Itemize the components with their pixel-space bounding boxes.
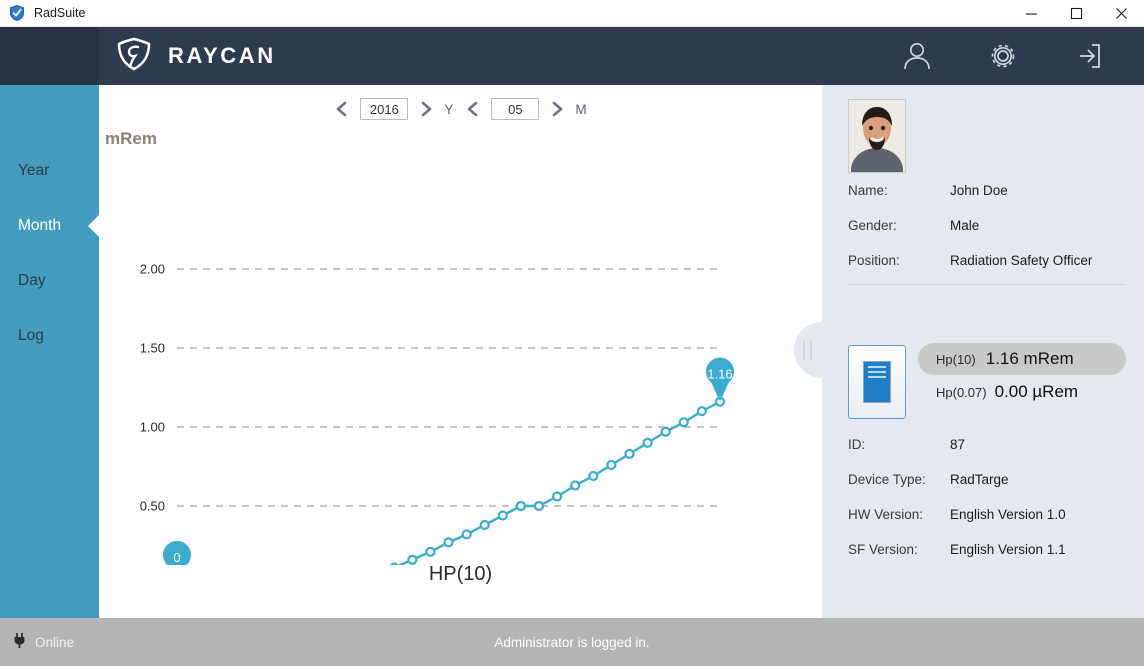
device-key: SF Version: xyxy=(848,542,918,557)
year-input[interactable]: 2016 xyxy=(360,98,409,120)
profile-row-gender: Gender: Male xyxy=(848,208,1128,243)
profile-info-list: Name: John Doe Gender: Male Position: Ra… xyxy=(848,173,1128,278)
window-title: RadSuite xyxy=(34,6,86,20)
brand-name: RAYCAN xyxy=(168,43,276,68)
profile-value: Male xyxy=(950,218,980,233)
maximize-button[interactable] xyxy=(1054,0,1099,27)
profile-row-position: Position: Radiation Safety Officer xyxy=(848,243,1128,278)
date-selector: 2016 Y 05 M xyxy=(99,85,822,133)
hp007-value: 0.00 µRem xyxy=(994,382,1079,401)
month-next-button[interactable] xyxy=(543,95,571,123)
hp007-readout: Hp(0.07) 0.00 µRem xyxy=(918,377,1138,407)
device-key: ID: xyxy=(848,437,866,452)
plug-icon xyxy=(12,632,27,652)
dose-line-chart: 2.001.501.000.50012345678910111213141516… xyxy=(140,262,735,565)
panel-divider xyxy=(848,284,1126,285)
month-unit-label: M xyxy=(575,101,587,117)
gear-icon[interactable] xyxy=(986,39,1020,73)
svg-text:1.00: 1.00 xyxy=(140,420,165,435)
user-icon[interactable] xyxy=(900,39,934,73)
brand: RAYCAN xyxy=(114,27,276,85)
profile-key: Gender: xyxy=(848,218,897,233)
sidebar-item-label: Log xyxy=(18,326,44,344)
device-key: Device Type: xyxy=(848,472,926,487)
device-row-type: Device Type: RadTarge xyxy=(848,462,1138,497)
minimize-button[interactable] xyxy=(1009,0,1054,27)
sidebar-item-day[interactable]: Day xyxy=(0,253,99,308)
hp10-label: Hp(10) xyxy=(936,351,976,367)
profile-key: Name: xyxy=(848,183,888,198)
svg-text:1.50: 1.50 xyxy=(140,341,165,356)
month-prev-button[interactable] xyxy=(459,95,487,123)
connection-status: Online xyxy=(12,618,74,666)
sidebar-item-month[interactable]: Month xyxy=(0,198,99,253)
device-row-sf-version: SF Version: English Version 1.1 xyxy=(848,532,1138,567)
shield-icon xyxy=(8,4,26,22)
year-unit-label: Y xyxy=(444,101,454,117)
close-button[interactable] xyxy=(1099,0,1144,27)
year-next-button[interactable] xyxy=(412,95,440,123)
raycan-shield-logo xyxy=(114,37,154,76)
sidebar-item-year[interactable]: Year xyxy=(0,143,99,198)
connection-status-label: Online xyxy=(35,634,75,650)
sidebar-item-label: Year xyxy=(18,161,50,179)
device-value: RadTarge xyxy=(950,472,1009,487)
svg-text:1.16: 1.16 xyxy=(707,367,732,382)
profile-key: Position: xyxy=(848,253,900,268)
app-window: RadSuite RAYCAN Year Month Day Log 2016 … xyxy=(0,0,1144,666)
device-key: HW Version: xyxy=(848,507,924,522)
avatar xyxy=(848,99,906,173)
device-value: English Version 1.1 xyxy=(950,542,1066,557)
profile-value: Radiation Safety Officer xyxy=(950,253,1093,268)
device-row-id: ID: 87 xyxy=(848,427,1138,462)
sidebar-item-log[interactable]: Log xyxy=(0,308,99,363)
svg-text:0.50: 0.50 xyxy=(140,499,165,514)
device-value: English Version 1.0 xyxy=(950,507,1066,522)
title-bar: RadSuite xyxy=(0,0,1144,27)
logout-icon[interactable] xyxy=(1072,40,1104,72)
svg-text:2.00: 2.00 xyxy=(140,262,165,277)
hp10-value: 1.16 mRem xyxy=(985,349,1074,368)
chart-title: HP(10) xyxy=(428,563,493,585)
dosimeter-device-icon[interactable] xyxy=(848,345,906,419)
month-input[interactable]: 05 xyxy=(491,98,540,120)
sidebar-item-label: Month xyxy=(18,216,62,234)
status-center-text: Administrator is logged in. xyxy=(494,634,650,650)
header-left-block xyxy=(0,27,99,85)
status-bar: Administrator is logged in. Online Devic… xyxy=(0,618,1144,666)
details-panel: Name: John Doe Gender: Male Position: Ra… xyxy=(822,85,1144,618)
device-value: 87 xyxy=(950,437,966,452)
profile-value: John Doe xyxy=(950,183,1008,198)
profile-row-name: Name: John Doe xyxy=(848,173,1128,208)
sidebar-nav: Year Month Day Log xyxy=(0,85,99,618)
app-header: RAYCAN xyxy=(0,27,1144,85)
year-prev-button[interactable] xyxy=(328,95,356,123)
chart-panel: 2016 Y 05 M mRem 2.001.501.000.500123456… xyxy=(99,85,822,618)
hp10-readout: Hp(10) 1.16 mRem xyxy=(918,343,1126,375)
device-info-list: ID: 87 Device Type: RadTarge HW Version:… xyxy=(848,427,1138,567)
hp007-label: Hp(0.07) xyxy=(936,384,987,400)
sidebar-item-label: Day xyxy=(18,271,46,289)
header-icon-group xyxy=(900,27,1104,85)
device-row-hw-version: HW Version: English Version 1.0 xyxy=(848,497,1138,532)
